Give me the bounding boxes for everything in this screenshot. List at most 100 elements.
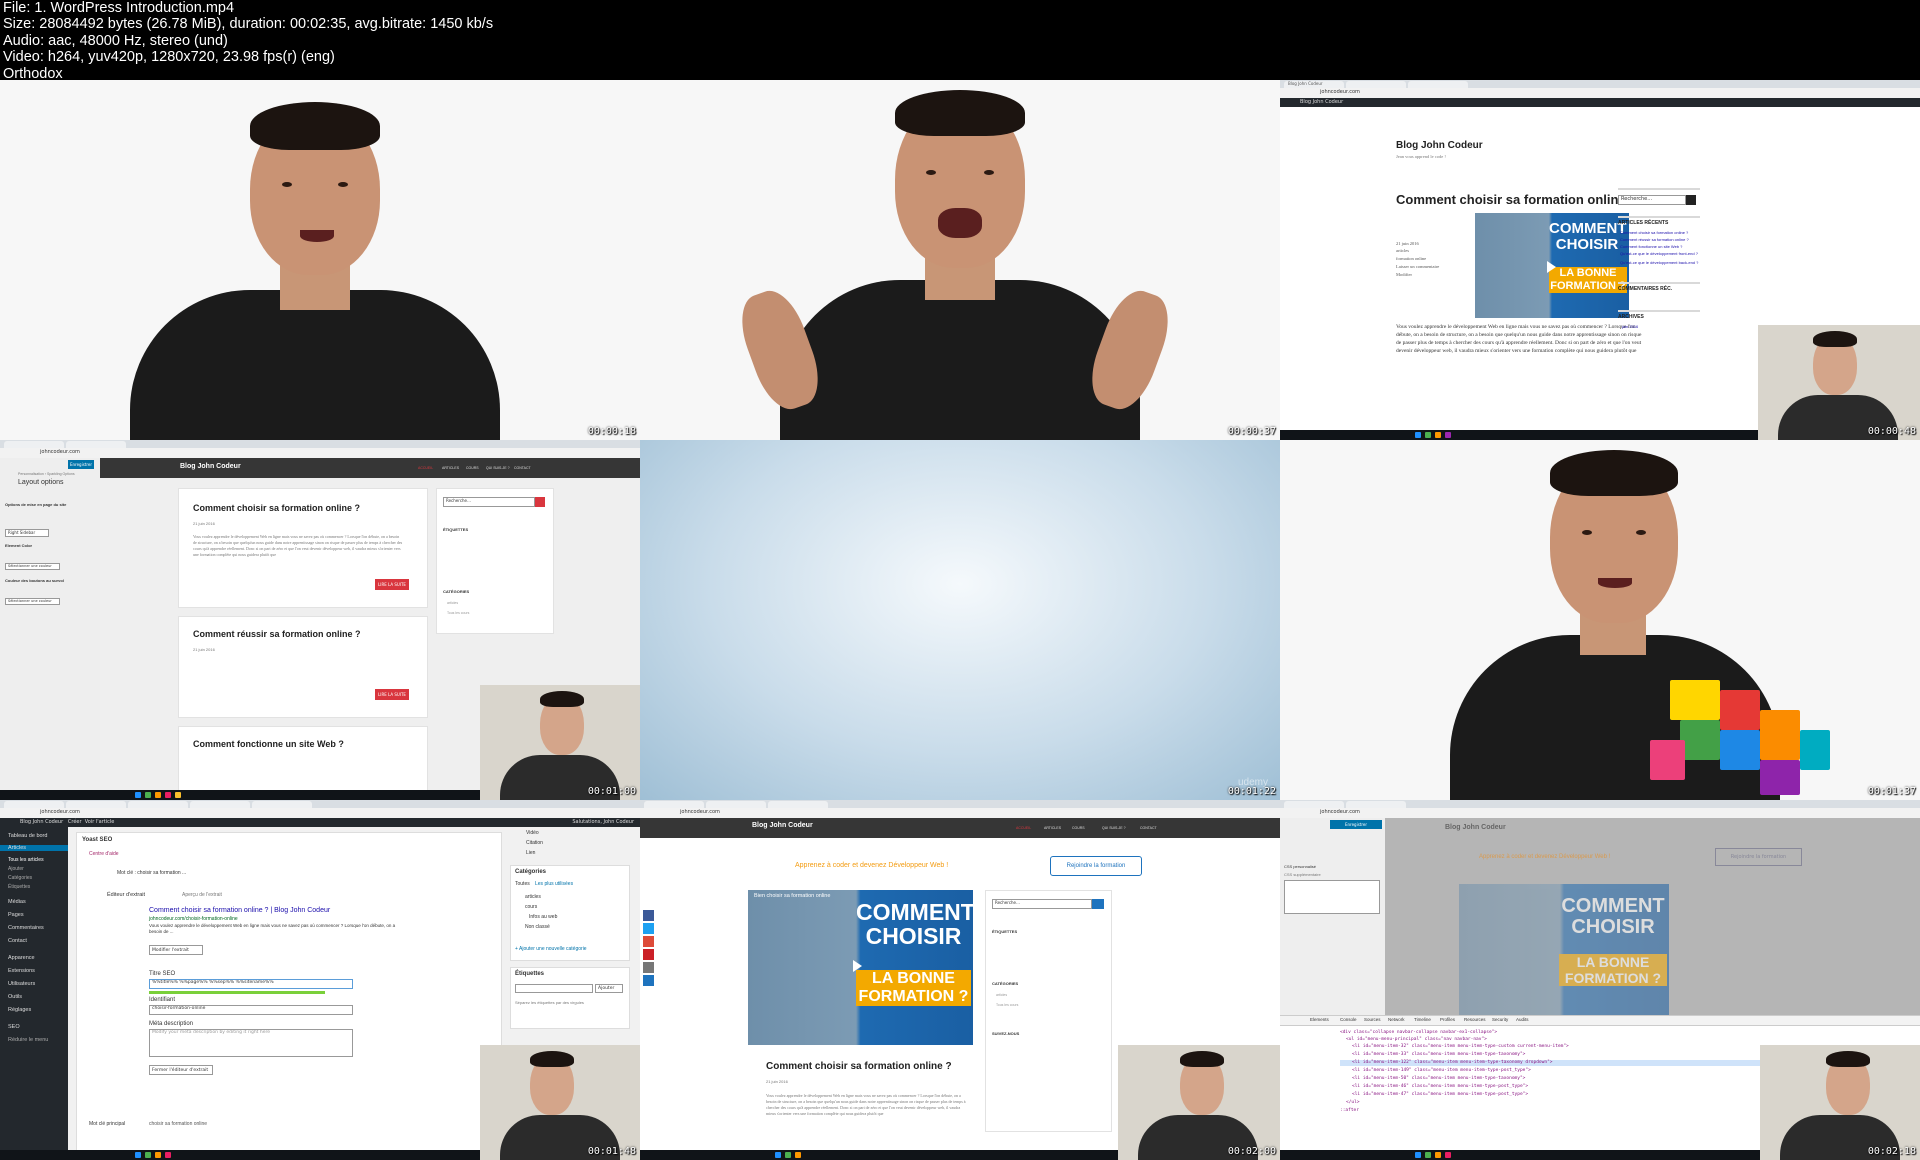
- menu-posts[interactable]: Articles: [0, 845, 68, 851]
- tag-input[interactable]: [515, 984, 593, 993]
- play-icon[interactable]: [853, 960, 862, 972]
- recent-link-2[interactable]: Comment fonctionne un site Web ?: [1620, 244, 1682, 249]
- nav-item-0[interactable]: ACCUEIL: [418, 466, 433, 470]
- menu-tags[interactable]: Étiquettes: [8, 884, 30, 890]
- category-link-1[interactable]: Tous les cours: [996, 1003, 1018, 1007]
- search-input[interactable]: Recherche…: [992, 899, 1092, 909]
- featured-video-thumbnail[interactable]: COMMENT CHOISIR LA BONNE FORMATION ?: [1475, 213, 1629, 318]
- twitter-icon[interactable]: [643, 923, 654, 934]
- menu-dashboard[interactable]: Tableau de bord: [8, 833, 47, 839]
- email-icon[interactable]: [643, 962, 654, 973]
- nav-item-1[interactable]: ARTICLES: [442, 466, 459, 470]
- menu-settings[interactable]: Réglages: [8, 1007, 31, 1013]
- format-link[interactable]: Lien: [526, 850, 535, 856]
- menu-add-post[interactable]: Ajouter: [8, 866, 24, 872]
- category-link-1[interactable]: Tous les cours: [447, 611, 469, 615]
- nav-item-4[interactable]: CONTACT: [1140, 826, 1157, 830]
- recent-link-3[interactable]: Qu'est-ce que le développement front-end…: [1620, 251, 1698, 256]
- meta-description-input[interactable]: Modify your meta description by editing …: [149, 1029, 353, 1057]
- menu-plugins[interactable]: Extensions: [8, 968, 35, 974]
- menu-seo[interactable]: SEO: [8, 1024, 20, 1030]
- devtools-tab-4[interactable]: Timeline: [1414, 1017, 1431, 1022]
- post-meta-2[interactable]: Laisser un commentaire: [1396, 264, 1439, 269]
- devtools-tab-0[interactable]: Elements: [1310, 1017, 1329, 1022]
- slug-input[interactable]: choisir-formation-online: [149, 1005, 353, 1015]
- search-input[interactable]: Recherche…: [1618, 195, 1686, 205]
- post-title[interactable]: Comment choisir sa formation online ?: [766, 1061, 952, 1072]
- cat-item-0[interactable]: articles: [525, 894, 541, 900]
- featured-video-thumbnail[interactable]: Bien choisir sa formation online COMMENT…: [748, 890, 973, 1045]
- close-snippet-button[interactable]: Fermer l'éditeur d'extrait: [149, 1065, 213, 1075]
- menu-users[interactable]: Utilisateurs: [8, 981, 35, 987]
- google-plus-icon[interactable]: [643, 936, 654, 947]
- nav-item-2[interactable]: COURS: [466, 466, 479, 470]
- recent-link-4[interactable]: Qu'est-ce que le développement back-end …: [1620, 260, 1698, 265]
- archive-link[interactable]: juin 2016: [1622, 324, 1638, 329]
- menu-tools[interactable]: Outils: [8, 994, 22, 1000]
- help-center[interactable]: Centre d'aide: [89, 851, 119, 857]
- menu-collapse[interactable]: Réduire le menu: [8, 1037, 48, 1043]
- search-icon[interactable]: [535, 497, 545, 507]
- recent-link-1[interactable]: Comment réussir sa formation online ?: [1620, 237, 1689, 242]
- color-picker-button[interactable]: Sélectionner une couleur: [5, 563, 60, 570]
- layout-select[interactable]: Right Sidebar: [5, 529, 49, 537]
- format-video[interactable]: Vidéo: [526, 830, 539, 836]
- site-title[interactable]: Blog John Codeur: [1396, 140, 1483, 151]
- nav-item-4[interactable]: CONTACT: [514, 466, 531, 470]
- read-more-button[interactable]: LIRE LA SUITE: [375, 689, 409, 700]
- admin-greeting[interactable]: Salutations, John Codeur: [572, 818, 634, 827]
- post-title[interactable]: Comment fonctionne un site Web ?: [193, 739, 344, 749]
- nav-item-3[interactable]: QUI SUIS-JE ?: [486, 466, 510, 470]
- facebook-icon[interactable]: [643, 910, 654, 921]
- cat-tab-popular[interactable]: Les plus utilisées: [535, 881, 573, 887]
- devtools-tab-3[interactable]: Network: [1388, 1017, 1405, 1022]
- color-picker-button-2[interactable]: Sélectionner une couleur: [5, 598, 60, 605]
- cat-item-3[interactable]: Non classé: [525, 924, 550, 930]
- devtools-tab-7[interactable]: Security: [1492, 1017, 1508, 1022]
- menu-contact[interactable]: Contact: [8, 938, 27, 944]
- pinterest-icon[interactable]: [643, 949, 654, 960]
- recent-link-0[interactable]: Comment choisir sa formation online ?: [1620, 230, 1688, 235]
- nav-item-2[interactable]: COURS: [1072, 826, 1085, 830]
- play-icon[interactable]: [1547, 261, 1556, 273]
- devtools-tab-2[interactable]: Sources: [1364, 1017, 1381, 1022]
- site-title[interactable]: Blog John Codeur: [752, 822, 813, 829]
- cat-item-2[interactable]: Infos au web: [529, 914, 557, 920]
- menu-appearance[interactable]: Apparence: [8, 955, 35, 961]
- preview-site-title[interactable]: Blog John Codeur: [180, 463, 241, 470]
- add-category-link[interactable]: + Ajouter une nouvelle catégorie: [515, 946, 587, 952]
- devtools-tab-1[interactable]: Console: [1340, 1017, 1357, 1022]
- edit-snippet-button[interactable]: Modifier l'extrait: [149, 945, 203, 955]
- nav-item-1[interactable]: ARTICLES: [1044, 826, 1061, 830]
- post-title[interactable]: Comment réussir sa formation online ?: [193, 629, 361, 639]
- menu-media[interactable]: Médias: [8, 899, 26, 905]
- cat-tab-all[interactable]: Toutes: [515, 881, 530, 887]
- menu-pages[interactable]: Pages: [8, 912, 24, 918]
- css-textarea[interactable]: [1284, 880, 1380, 914]
- publish-button[interactable]: Enregistrer: [1330, 820, 1382, 829]
- devtools-tab-8[interactable]: Audits: [1516, 1017, 1529, 1022]
- add-tag-button[interactable]: Ajouter: [595, 984, 623, 993]
- publish-button[interactable]: Enregistrer: [68, 460, 94, 469]
- post-meta-3[interactable]: Modifier: [1396, 272, 1412, 277]
- post-title[interactable]: Comment choisir sa formation online ?: [1396, 192, 1637, 207]
- nav-item-3[interactable]: QUI SUIS-JE ?: [1102, 826, 1126, 830]
- menu-categories[interactable]: Catégories: [8, 875, 32, 881]
- devtools-tab-6[interactable]: Resources: [1464, 1017, 1486, 1022]
- post-title[interactable]: Comment choisir sa formation online ?: [193, 503, 360, 513]
- devtools-tab-5[interactable]: Profiles: [1440, 1017, 1455, 1022]
- share-more-icon[interactable]: [643, 975, 654, 986]
- search-input[interactable]: Recherche…: [443, 497, 535, 507]
- seo-title-input[interactable]: %%title%% %%page%% %%sep%% %%sitename%%: [149, 979, 353, 989]
- category-link-0[interactable]: articles: [447, 601, 458, 605]
- search-icon[interactable]: [1092, 899, 1104, 909]
- keyword-tab[interactable]: Mot clé : choisir sa formation ...: [117, 870, 186, 876]
- search-icon[interactable]: [1686, 195, 1696, 205]
- menu-comments[interactable]: Commentaires: [8, 925, 44, 931]
- category-link-0[interactable]: articles: [996, 993, 1007, 997]
- nav-item-0[interactable]: ACCUEIL: [1016, 826, 1031, 830]
- format-quote[interactable]: Citation: [526, 840, 543, 846]
- read-more-button[interactable]: LIRE LA SUITE: [375, 579, 409, 590]
- menu-all-posts[interactable]: Tous les articles: [8, 857, 44, 863]
- join-course-button[interactable]: Rejoindre la formation: [1050, 856, 1142, 876]
